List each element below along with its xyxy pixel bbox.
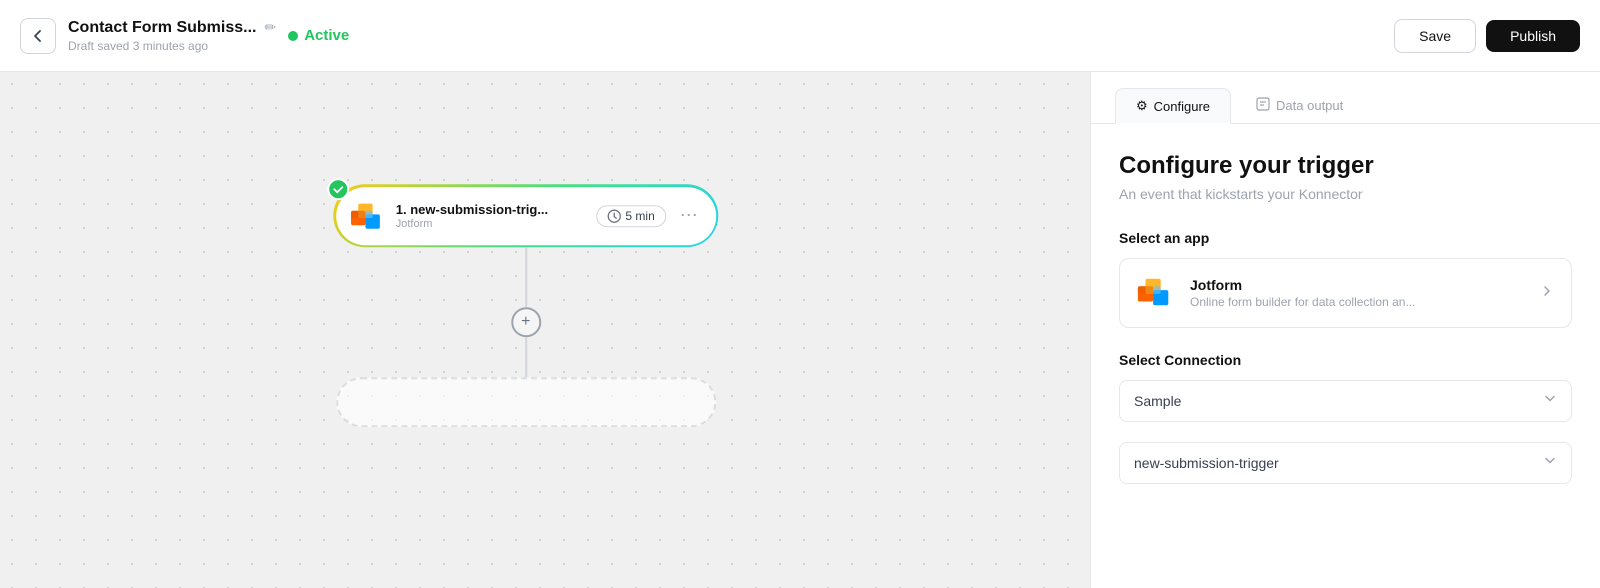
active-badge: Active (288, 27, 349, 44)
back-button[interactable] (20, 18, 56, 54)
node-text: 1. new-submission-trig... Jotform (396, 202, 587, 230)
configure-tab-label: Configure (1154, 99, 1210, 114)
page-title: Contact Form Submiss... (68, 19, 256, 37)
select-app-label: Select an app (1119, 230, 1572, 246)
add-icon: + (521, 313, 530, 331)
app-card-name: Jotform (1190, 277, 1539, 293)
right-panel: ⚙ Configure Data output Configure your t… (1090, 72, 1600, 588)
header-left: Contact Form Submiss... ✏ Draft saved 3 … (20, 18, 349, 54)
select-connection-label: Select Connection (1119, 352, 1572, 368)
connector-line-bottom (525, 337, 527, 377)
save-button[interactable]: Save (1394, 19, 1476, 53)
app-card-desc: Online form builder for data collection … (1190, 295, 1539, 309)
configure-icon: ⚙ (1136, 98, 1148, 114)
panel-content: Configure your trigger An event that kic… (1091, 124, 1600, 528)
jotform-logo (348, 197, 386, 235)
tab-configure[interactable]: ⚙ Configure (1115, 88, 1231, 124)
timer-badge: 5 min (596, 205, 665, 227)
timer-label: 5 min (625, 209, 654, 223)
more-options-button[interactable]: ⋯ (676, 203, 702, 228)
app-header: Contact Form Submiss... ✏ Draft saved 3 … (0, 0, 1600, 72)
connection-select[interactable]: Sample (1119, 380, 1572, 422)
node-container: 1. new-submission-trig... Jotform 5 min … (333, 184, 718, 427)
title-row: Contact Form Submiss... ✏ (68, 19, 276, 37)
draft-status: Draft saved 3 minutes ago (68, 39, 276, 53)
trigger-select-wrapper: new-submission-trigger (1119, 442, 1572, 484)
active-label: Active (304, 27, 349, 44)
trigger-node: 1. new-submission-trig... Jotform 5 min … (336, 187, 716, 245)
header-right: Save Publish (1394, 19, 1580, 53)
connection-select-wrapper: Sample (1119, 380, 1572, 422)
trigger-node-wrapper[interactable]: 1. new-submission-trig... Jotform 5 min … (333, 184, 718, 247)
trigger-select[interactable]: new-submission-trigger (1119, 442, 1572, 484)
configure-subtitle: An event that kickstarts your Konnector (1119, 186, 1572, 202)
app-card-info: Jotform Online form builder for data col… (1190, 277, 1539, 309)
app-card-chevron-icon (1539, 283, 1555, 304)
app-card-logo (1136, 273, 1176, 313)
tab-data-output[interactable]: Data output (1235, 88, 1364, 123)
publish-button[interactable]: Publish (1486, 20, 1580, 52)
edit-icon[interactable]: ✏ (264, 19, 276, 36)
main-layout: 1. new-submission-trig... Jotform 5 min … (0, 72, 1600, 588)
node-subtitle: Jotform (396, 218, 587, 230)
check-badge (327, 178, 349, 200)
panel-tabs: ⚙ Configure Data output (1091, 72, 1600, 124)
workflow-canvas[interactable]: 1. new-submission-trig... Jotform 5 min … (0, 72, 1090, 588)
add-step-button[interactable]: + (511, 307, 541, 337)
configure-title: Configure your trigger (1119, 152, 1572, 180)
data-output-icon (1256, 97, 1270, 114)
app-selector-card[interactable]: Jotform Online form builder for data col… (1119, 258, 1572, 328)
node-title: 1. new-submission-trig... (396, 202, 587, 217)
connector-line-top (525, 247, 527, 307)
active-dot (288, 31, 298, 41)
next-node-placeholder (336, 377, 716, 427)
data-output-tab-label: Data output (1276, 98, 1343, 113)
title-area: Contact Form Submiss... ✏ Draft saved 3 … (68, 19, 276, 53)
